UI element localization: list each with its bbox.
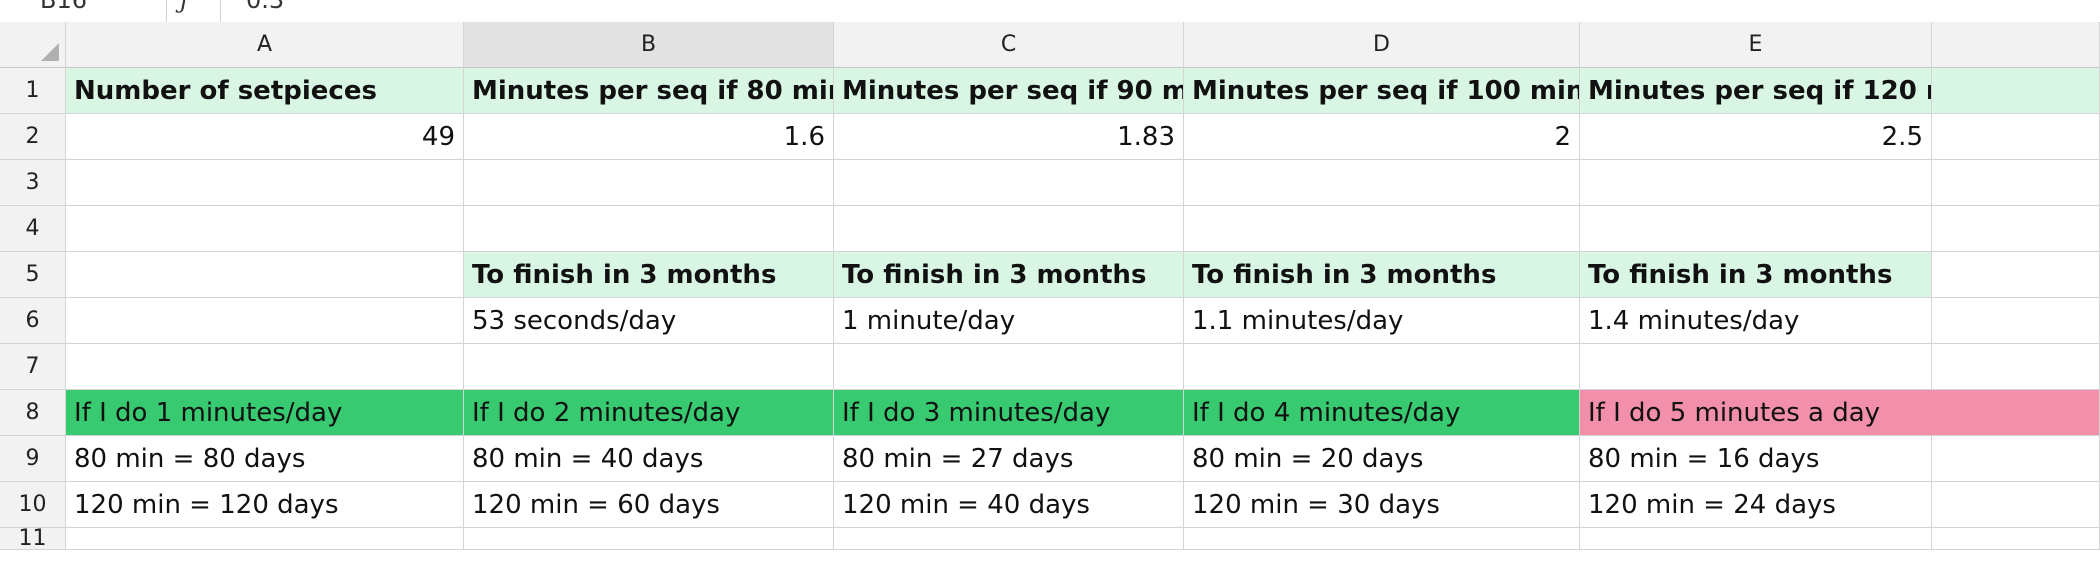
cell-d8[interactable]: If I do 4 minutes/day [1184,390,1580,436]
cell-c4[interactable] [834,206,1184,252]
cell-a9[interactable]: 80 min = 80 days [66,436,464,482]
cell-f11[interactable] [1932,528,2100,550]
function-label: ƒ [180,0,189,14]
cell-c6[interactable]: 1 minute/day [834,298,1184,344]
cell-c2[interactable]: 1.83 [834,114,1184,160]
cell-c8[interactable]: If I do 3 minutes/day [834,390,1184,436]
cell-c7[interactable] [834,344,1184,390]
cell-b6[interactable]: 53 seconds/day [464,298,834,344]
cell-b10[interactable]: 120 min = 60 days [464,482,834,528]
cell-d11[interactable] [1184,528,1580,550]
select-all-icon [41,43,59,61]
cell-d3[interactable] [1184,160,1580,206]
row-header-7[interactable]: 7 [0,344,66,390]
column-header-c[interactable]: C [834,22,1184,68]
cell-d1[interactable]: Minutes per seq if 100 minutes [1184,68,1580,114]
row-header-11[interactable]: 11 [0,528,66,550]
cell-a5[interactable] [66,252,464,298]
row-header-1[interactable]: 1 [0,68,66,114]
cell-b9[interactable]: 80 min = 40 days [464,436,834,482]
cell-a7[interactable] [66,344,464,390]
cell-f3[interactable] [1932,160,2100,206]
cell-b11[interactable] [464,528,834,550]
row-header-4[interactable]: 4 [0,206,66,252]
select-all-corner[interactable] [0,22,66,68]
cell-e11[interactable] [1580,528,1932,550]
formula-input[interactable]: 0.3 [226,0,526,22]
cell-a1[interactable]: Number of setpieces [66,68,464,114]
cell-d4[interactable] [1184,206,1580,252]
cell-b3[interactable] [464,160,834,206]
cell-f2[interactable] [1932,114,2100,160]
cell-b7[interactable] [464,344,834,390]
row-header-10[interactable]: 10 [0,482,66,528]
cell-b1[interactable]: Minutes per seq if 80 minutes [464,68,834,114]
formula-value: 0.3 [246,0,285,14]
cell-c5[interactable]: To finish in 3 months [834,252,1184,298]
cell-d2[interactable]: 2 [1184,114,1580,160]
cell-a10[interactable]: 120 min = 120 days [66,482,464,528]
cell-f4[interactable] [1932,206,2100,252]
cell-c9[interactable]: 80 min = 27 days [834,436,1184,482]
cell-f7[interactable] [1932,344,2100,390]
cell-b8[interactable]: If I do 2 minutes/day [464,390,834,436]
row-header-3[interactable]: 3 [0,160,66,206]
row-header-5[interactable]: 5 [0,252,66,298]
cell-e7[interactable] [1580,344,1932,390]
spreadsheet-grid: A B C D E 1 Number of setpieces Minutes … [0,22,2100,550]
cell-a6[interactable] [66,298,464,344]
cell-a11[interactable] [66,528,464,550]
cell-d9[interactable]: 80 min = 20 days [1184,436,1580,482]
cell-c1[interactable]: Minutes per seq if 90 minutes [834,68,1184,114]
cell-e6[interactable]: 1.4 minutes/day [1580,298,1932,344]
row-header-8[interactable]: 8 [0,390,66,436]
cell-d7[interactable] [1184,344,1580,390]
cell-e1[interactable]: Minutes per seq if 120 minutes [1580,68,1932,114]
cell-d10[interactable]: 120 min = 30 days [1184,482,1580,528]
cell-e8[interactable]: If I do 5 minutes a day [1580,390,1932,436]
row-header-9[interactable]: 9 [0,436,66,482]
name-box[interactable]: B16 [0,0,167,22]
cell-a8[interactable]: If I do 1 minutes/day [66,390,464,436]
cell-e5[interactable]: To finish in 3 months [1580,252,1932,298]
cell-f9[interactable] [1932,436,2100,482]
column-header-b[interactable]: B [464,22,834,68]
cell-d6[interactable]: 1.1 minutes/day [1184,298,1580,344]
cell-e9[interactable]: 80 min = 16 days [1580,436,1932,482]
cell-f1[interactable] [1932,68,2100,114]
cell-a3[interactable] [66,160,464,206]
cell-e10[interactable]: 120 min = 24 days [1580,482,1932,528]
cell-b2[interactable]: 1.6 [464,114,834,160]
cell-c3[interactable] [834,160,1184,206]
cell-a2[interactable]: 49 [66,114,464,160]
cell-e4[interactable] [1580,206,1932,252]
formula-bar: B16 ƒ 0.3 [0,0,2100,23]
row-header-2[interactable]: 2 [0,114,66,160]
cell-f5[interactable] [1932,252,2100,298]
cell-c10[interactable]: 120 min = 40 days [834,482,1184,528]
cell-reference: B16 [40,0,88,14]
column-header-e[interactable]: E [1580,22,1932,68]
function-icon[interactable]: ƒ [170,0,221,22]
cell-a4[interactable] [66,206,464,252]
row-header-6[interactable]: 6 [0,298,66,344]
column-header-f[interactable] [1932,22,2100,68]
cell-b5[interactable]: To finish in 3 months [464,252,834,298]
column-header-d[interactable]: D [1184,22,1580,68]
cell-f8[interactable] [1932,390,2100,436]
cell-c11[interactable] [834,528,1184,550]
cell-d5[interactable]: To finish in 3 months [1184,252,1580,298]
column-header-a[interactable]: A [66,22,464,68]
cell-f6[interactable] [1932,298,2100,344]
cell-f10[interactable] [1932,482,2100,528]
cell-e3[interactable] [1580,160,1932,206]
cell-e2[interactable]: 2.5 [1580,114,1932,160]
cell-b4[interactable] [464,206,834,252]
